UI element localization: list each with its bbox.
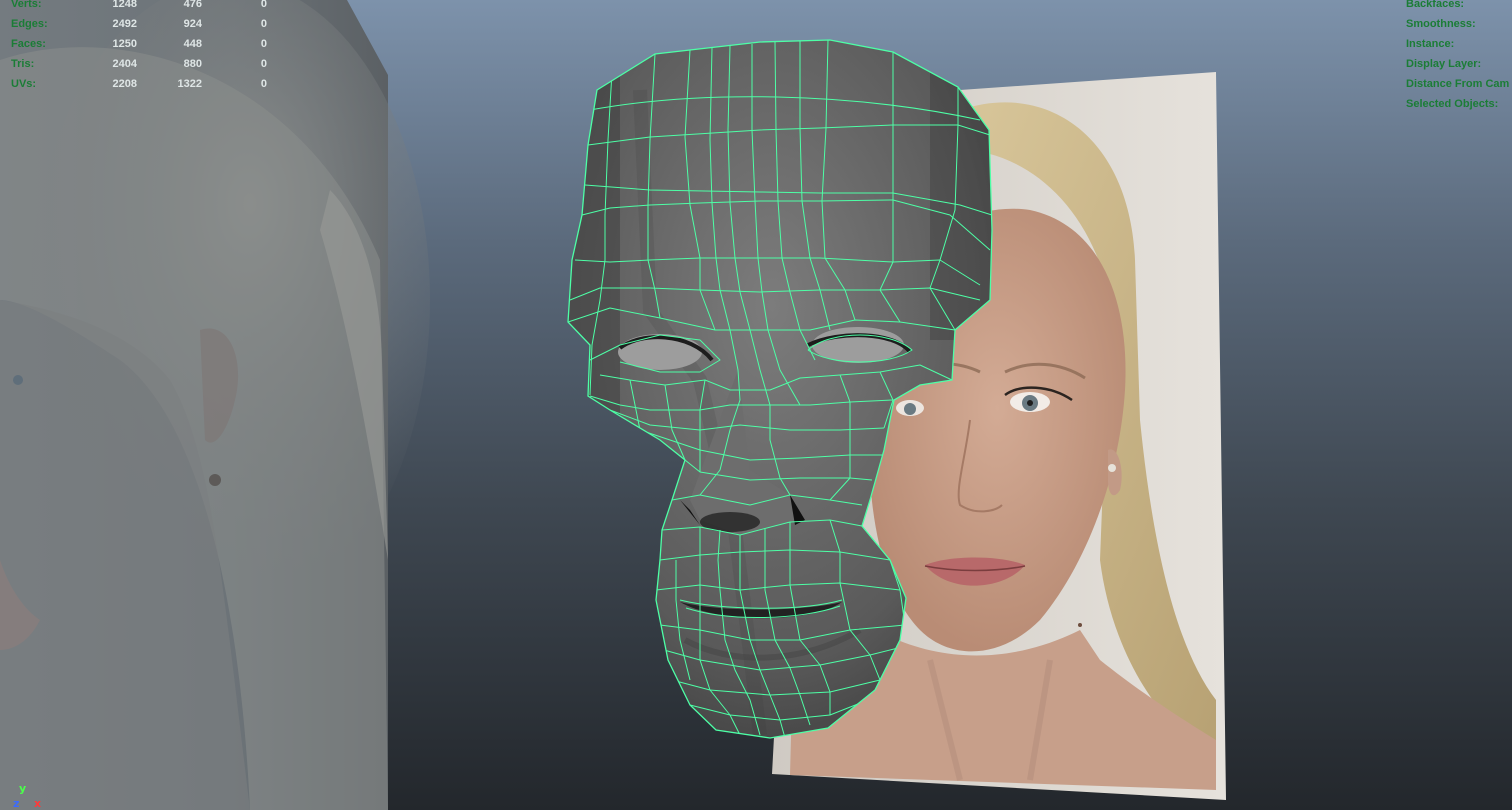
hud-value: 2208 (112, 78, 137, 90)
hud-label: Edges: (11, 18, 48, 30)
hud-label: Faces: (11, 38, 46, 50)
hud-value: 0 (260, 38, 267, 50)
hud-label: Verts: (11, 0, 42, 10)
hud-value: 1248 (112, 0, 137, 10)
hud-value: 2404 (112, 58, 137, 70)
hud-value: 0 (260, 78, 267, 90)
hud-label-smoothness: Smoothness: (1406, 18, 1476, 30)
viewport-scene[interactable] (0, 0, 1512, 810)
hud-label-instance: Instance: (1406, 38, 1455, 50)
hud-row-faces: Faces: 1250 448 0 (11, 34, 271, 54)
axis-z-label: z (13, 797, 20, 810)
hud-value: 1322 (177, 78, 202, 90)
hud-value: 0 (260, 0, 267, 10)
hud-label-display-layer: Display Layer: (1406, 58, 1482, 70)
view-axis-gizmo: y z x (12, 782, 52, 810)
hud-row-edges: Edges: 2492 924 0 (11, 14, 271, 34)
hud-row-tris: Tris: 2404 880 0 (11, 54, 271, 74)
hud-row-verts: Verts: 1248 476 0 (11, 0, 271, 14)
hud-value: 0 (260, 58, 267, 70)
hud-label-distance-from-camera: Distance From Cam (1406, 78, 1510, 90)
hud-label: UVs: (11, 78, 37, 90)
hud-value: 1250 (112, 38, 137, 50)
axis-x-label: x (34, 797, 42, 810)
axis-y-label: y (19, 782, 27, 795)
hud-value: 476 (183, 0, 202, 10)
hud-value: 880 (183, 58, 202, 70)
hud-label-selected-objects: Selected Objects: (1406, 98, 1499, 110)
hud-label: Tris: (11, 58, 35, 70)
hud-value: 924 (183, 18, 202, 30)
poly-count-hud: Verts: 1248 476 0 Edges: 2492 924 0 Face… (11, 0, 271, 94)
hud-row-uvs: UVs: 2208 1322 0 (11, 74, 271, 94)
hud-value: 0 (260, 18, 267, 30)
side-reference-plane[interactable] (0, 0, 430, 810)
hud-value: 2492 (112, 18, 137, 30)
hud-label-backfaces: Backfaces: (1406, 0, 1465, 10)
hud-value: 448 (183, 38, 202, 50)
object-details-hud: Backfaces: Smoothness: Instance: Display… (1406, 0, 1509, 114)
